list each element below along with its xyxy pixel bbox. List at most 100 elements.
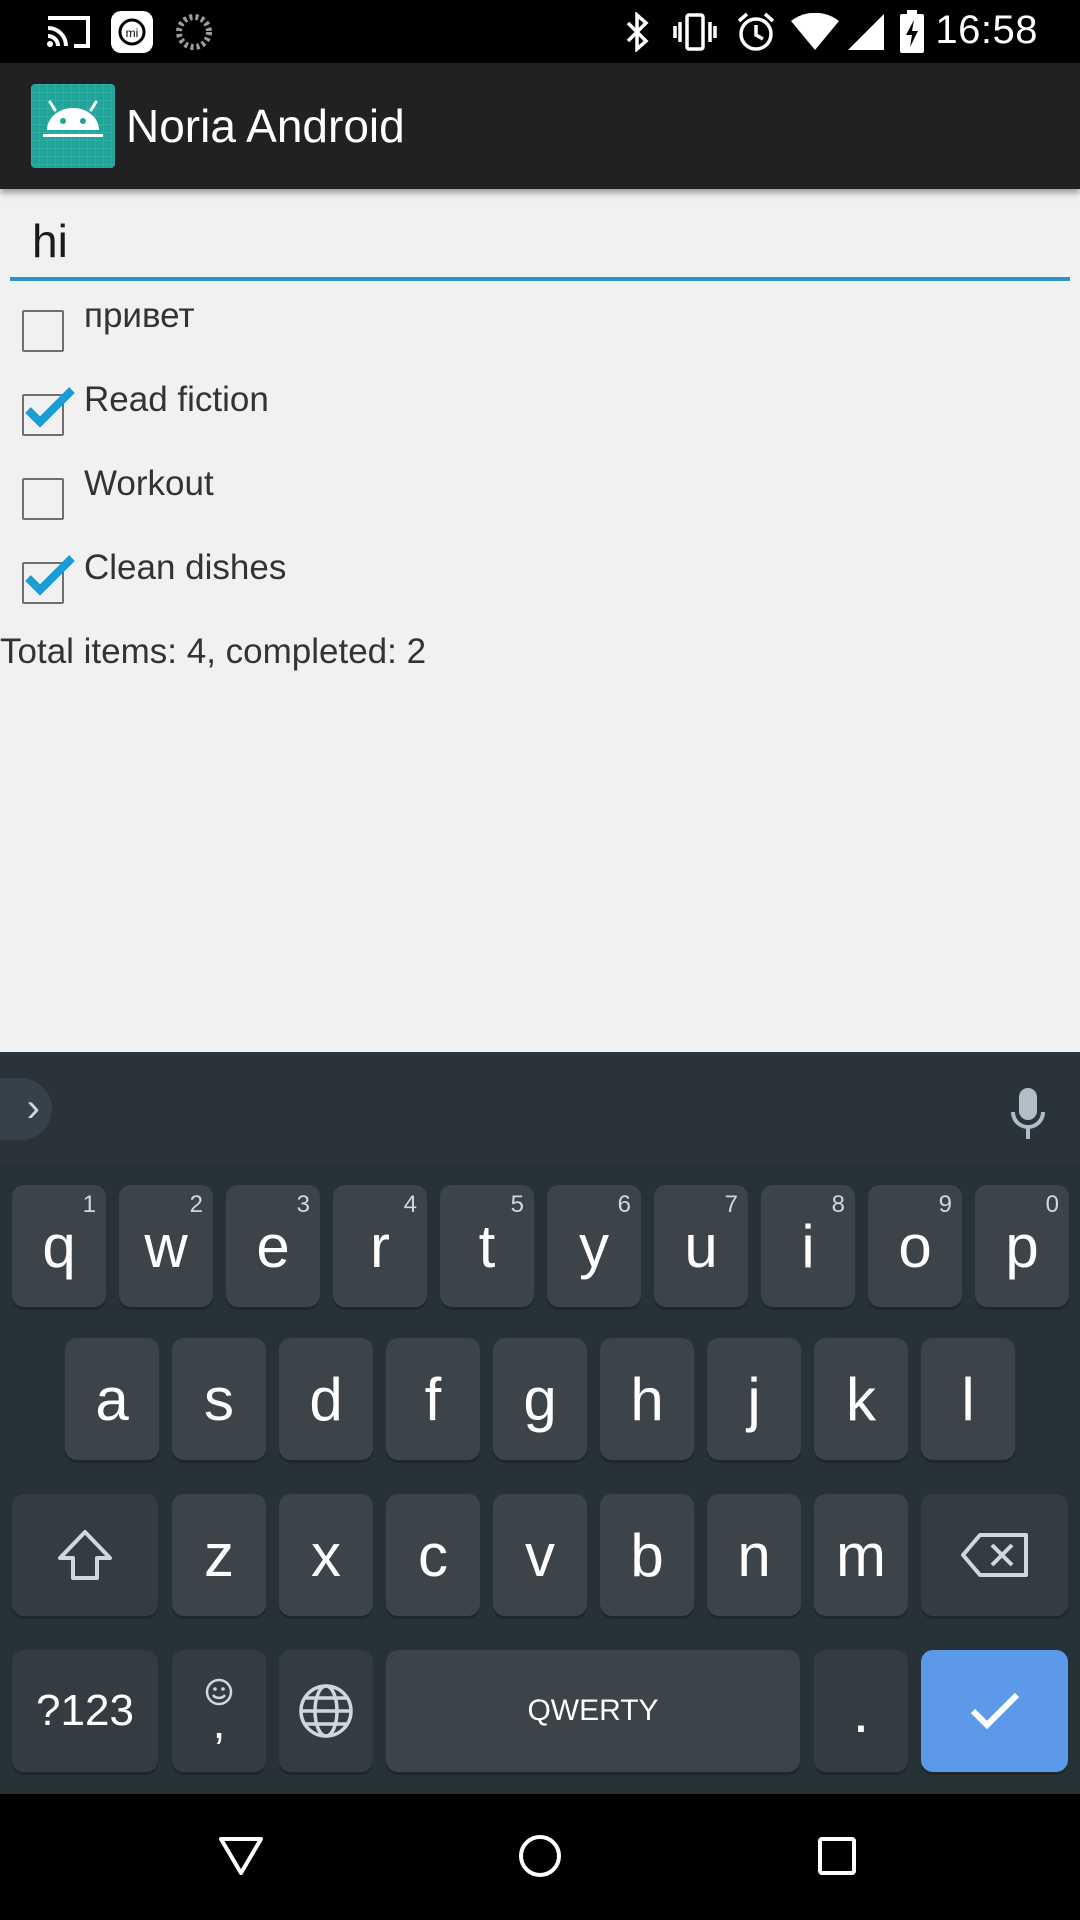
key-label: u (684, 1212, 718, 1280)
checkmark-icon (25, 387, 75, 428)
key-u[interactable]: u7 (654, 1185, 748, 1307)
key-label: d (309, 1365, 343, 1433)
key-label: r (370, 1212, 390, 1280)
svg-text:mi: mi (126, 26, 139, 40)
key-g[interactable]: g (493, 1338, 587, 1460)
todo-checkbox[interactable] (22, 387, 75, 436)
todo-checkbox[interactable] (22, 310, 64, 352)
key-hint: 8 (831, 1191, 845, 1218)
key-w[interactable]: w2 (119, 1185, 213, 1307)
key-hint: 4 (403, 1191, 417, 1218)
status-bar: mi 16:58 (0, 0, 1080, 63)
vibrate-icon (670, 10, 720, 54)
new-item-input[interactable] (10, 205, 1070, 277)
home-circle-icon[interactable] (508, 1824, 572, 1888)
key-l[interactable]: l (921, 1338, 1015, 1460)
period-key[interactable]: . (814, 1650, 908, 1772)
key-label: w (144, 1212, 188, 1280)
new-item-field[interactable] (10, 205, 1070, 281)
battery-charging-icon (898, 10, 926, 54)
space-key[interactable]: QWERTY (386, 1650, 800, 1772)
mi-icon: mi (110, 10, 154, 54)
key-hint: 7 (724, 1191, 738, 1218)
key-m[interactable]: m (814, 1494, 908, 1616)
key-label: c (418, 1521, 448, 1589)
alarm-icon (734, 10, 778, 54)
key-hint: 9 (938, 1191, 952, 1218)
cast-icon (44, 10, 94, 54)
key-e[interactable]: e3 (226, 1185, 320, 1307)
key-k[interactable]: k (814, 1338, 908, 1460)
key-hint: 5 (510, 1191, 524, 1218)
language-key[interactable] (279, 1650, 373, 1772)
todo-item[interactable]: привет (0, 296, 1080, 376)
bluetooth-icon (622, 10, 654, 54)
todo-item[interactable]: Read fiction (0, 380, 1080, 460)
sync-icon (174, 10, 214, 54)
suggestion-strip: › (0, 1052, 1080, 1164)
key-h[interactable]: h (600, 1338, 694, 1460)
key-label: y (579, 1212, 609, 1280)
key-q[interactable]: q1 (12, 1185, 106, 1307)
key-label: f (424, 1365, 442, 1433)
key-y[interactable]: y6 (547, 1185, 641, 1307)
key-b[interactable]: b (600, 1494, 694, 1616)
key-label: g (523, 1365, 557, 1433)
mic-icon[interactable] (1008, 1086, 1048, 1142)
key-v[interactable]: v (493, 1494, 587, 1616)
space-label: QWERTY (527, 1694, 659, 1727)
key-label: n (737, 1521, 771, 1589)
todo-label: привет (84, 296, 195, 335)
key-p[interactable]: p0 (975, 1185, 1069, 1307)
backspace-icon (960, 1533, 1028, 1577)
key-f[interactable]: f (386, 1338, 480, 1460)
key-n[interactable]: n (707, 1494, 801, 1616)
check-icon (970, 1692, 1019, 1730)
key-label: k (846, 1365, 876, 1433)
key-label: a (95, 1365, 129, 1433)
todo-item[interactable]: Workout (0, 464, 1080, 544)
key-j[interactable]: j (707, 1338, 801, 1460)
shift-key[interactable] (12, 1494, 158, 1616)
key-label: p (1005, 1212, 1039, 1280)
key-o[interactable]: o9 (868, 1185, 962, 1307)
status-time: 16:58 (935, 8, 1038, 52)
key-label: b (630, 1521, 664, 1589)
key-d[interactable]: d (279, 1338, 373, 1460)
emoji-comma-key[interactable]: , (172, 1650, 266, 1772)
key-hint: 1 (82, 1191, 96, 1218)
todo-checkbox[interactable] (22, 478, 64, 520)
android-icon (31, 84, 115, 168)
key-t[interactable]: t5 (440, 1185, 534, 1307)
key-x[interactable]: x (279, 1494, 373, 1616)
key-a[interactable]: a (65, 1338, 159, 1460)
wifi-icon (790, 10, 840, 54)
symbols-key[interactable]: ?123 (12, 1650, 158, 1772)
back-triangle-icon[interactable] (209, 1824, 273, 1888)
enter-key[interactable] (921, 1650, 1068, 1772)
checkmark-icon (25, 555, 75, 596)
key-i[interactable]: i8 (761, 1185, 855, 1307)
key-label: o (898, 1212, 932, 1280)
key-z[interactable]: z (172, 1494, 266, 1616)
key-label: q (42, 1212, 76, 1280)
key-label: x (311, 1521, 341, 1589)
key-label: j (747, 1365, 761, 1433)
todo-item[interactable]: Clean dishes (0, 548, 1080, 628)
period-label: . (852, 1677, 870, 1745)
globe-icon (299, 1684, 353, 1738)
todo-checkbox[interactable] (22, 555, 75, 604)
key-hint: 0 (1045, 1191, 1059, 1218)
todo-label: Clean dishes (84, 548, 287, 587)
comma-label: , (212, 1696, 226, 1748)
symbols-label: ?123 (36, 1686, 134, 1735)
key-c[interactable]: c (386, 1494, 480, 1616)
navigation-bar (0, 1794, 1080, 1920)
key-hint: 3 (296, 1191, 310, 1218)
key-label: z (204, 1521, 234, 1589)
chevron-right-icon[interactable]: › (0, 1078, 52, 1140)
key-s[interactable]: s (172, 1338, 266, 1460)
key-r[interactable]: r4 (333, 1185, 427, 1307)
backspace-key[interactable] (921, 1494, 1068, 1616)
recents-square-icon[interactable] (805, 1824, 869, 1888)
